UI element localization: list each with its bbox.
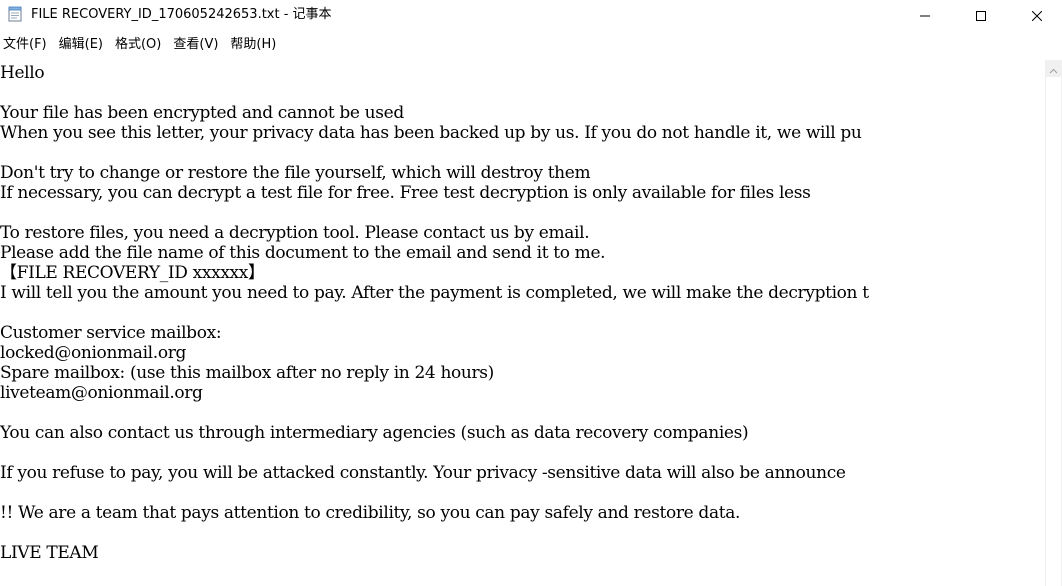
scroll-up-arrow-icon <box>1049 59 1058 78</box>
scrollbar-thumb[interactable] <box>1046 77 1061 586</box>
close-button[interactable] <box>1014 0 1060 30</box>
maximize-icon <box>976 6 986 25</box>
menu-edit[interactable]: 编辑(E) <box>53 35 109 55</box>
text-editor-area[interactable]: Hello Your file has been encrypted and c… <box>0 60 1045 586</box>
menu-bar: 文件(F) 编辑(E) 格式(O) 查看(V) 帮助(H) <box>0 30 1062 60</box>
menu-format[interactable]: 格式(O) <box>109 35 167 55</box>
close-icon <box>1031 6 1043 25</box>
window-title: FILE RECOVERY_ID_170605242653.txt - 记事本 <box>31 7 332 22</box>
minimize-button[interactable] <box>902 0 948 30</box>
document-text[interactable]: Hello Your file has been encrypted and c… <box>0 60 1045 563</box>
notepad-window: FILE RECOVERY_ID_170605242653.txt - 记事本 <box>0 0 1062 586</box>
menu-help[interactable]: 帮助(H) <box>224 35 282 55</box>
scroll-up-button[interactable] <box>1045 60 1062 77</box>
notepad-icon <box>7 6 23 22</box>
minimize-icon <box>920 6 930 25</box>
maximize-button[interactable] <box>958 0 1004 30</box>
menu-view[interactable]: 查看(V) <box>167 35 224 55</box>
menu-file[interactable]: 文件(F) <box>0 35 53 55</box>
vertical-scrollbar[interactable] <box>1045 60 1062 586</box>
title-bar[interactable]: FILE RECOVERY_ID_170605242653.txt - 记事本 <box>0 0 1062 30</box>
